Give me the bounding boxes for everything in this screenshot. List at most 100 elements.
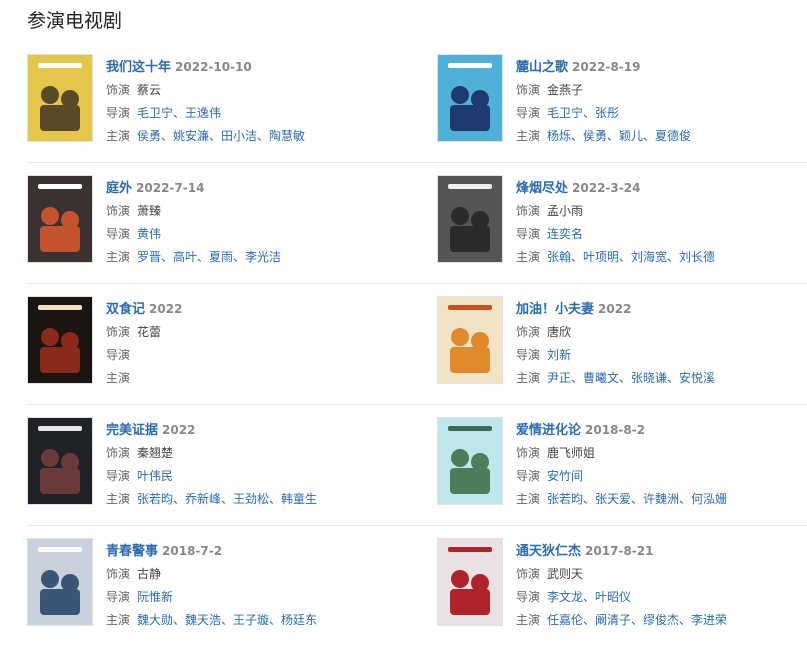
cast-links[interactable]: 张翰、叶项明、刘海宽、刘长德 xyxy=(547,250,715,264)
role-value: 蔡云 xyxy=(137,83,162,97)
show-date: 2022 xyxy=(149,302,183,316)
role-label: 饰演 xyxy=(106,204,131,218)
show-card: 加油！小夫妻 2022 饰演 唐欣 导演 刘新 主演 尹正、曹曦文、张晓谦、安悦溪 xyxy=(437,296,807,396)
role-value: 古静 xyxy=(137,567,162,581)
show-title-line: 麓山之歌 2022-8-19 xyxy=(516,56,807,79)
show-date: 2022 xyxy=(598,302,632,316)
show-row: 双食记 2022 饰演 花蕾 导演 主演 加油！小夫妻 2022 饰演 唐欣 导演 刘新 主演 尹正、曹曦… xyxy=(27,284,807,405)
role-label: 饰演 xyxy=(106,325,131,339)
cast-links[interactable]: 任嘉伦、阚清子、缪俊杰、李进荣 xyxy=(547,613,727,627)
show-poster[interactable] xyxy=(437,54,503,142)
director-line: 导演 黄伟 xyxy=(106,223,406,246)
director-label: 导演 xyxy=(106,590,131,604)
show-title-link[interactable]: 烽烟尽处 xyxy=(516,181,568,196)
show-card: 庭外 2022-7-14 饰演 萧臻 导演 黄伟 主演 罗晋、高叶、夏雨、李光洁 xyxy=(27,175,407,275)
show-poster[interactable] xyxy=(437,538,503,626)
show-date: 2022-3-24 xyxy=(572,181,641,195)
show-title-link[interactable]: 通天狄仁杰 xyxy=(516,544,581,559)
show-title-line: 庭外 2022-7-14 xyxy=(106,177,406,200)
show-poster[interactable] xyxy=(27,417,93,505)
show-card: 完美证据 2022 饰演 秦翘楚 导演 叶伟民 主演 张若昀、乔新峰、王劲松、韩童生 xyxy=(27,417,407,517)
show-card: 双食记 2022 饰演 花蕾 导演 主演 xyxy=(27,296,407,396)
director-label: 导演 xyxy=(516,590,541,604)
director-label: 导演 xyxy=(106,106,131,120)
director-links[interactable]: 毛卫宁、王逸伟 xyxy=(137,106,221,120)
cast-line: 主演 罗晋、高叶、夏雨、李光洁 xyxy=(106,246,406,269)
director-line: 导演 李文龙、叶昭仪 xyxy=(516,586,807,609)
poster-image xyxy=(438,297,502,383)
cast-links[interactable]: 张若昀、张天爱、许魏洲、何泓姗 xyxy=(547,492,727,506)
show-title-line: 青春警事 2018-7-2 xyxy=(106,540,406,563)
show-card: 烽烟尽处 2022-3-24 饰演 孟小雨 导演 连奕名 主演 张翰、叶项明、刘海宽、刘长德 xyxy=(437,175,807,275)
director-line: 导演 连奕名 xyxy=(516,223,807,246)
director-label: 导演 xyxy=(516,106,541,120)
cast-links[interactable]: 罗晋、高叶、夏雨、李光洁 xyxy=(137,250,281,264)
show-title-link[interactable]: 麓山之歌 xyxy=(516,60,568,75)
cast-links[interactable]: 杨烁、侯勇、颖儿、夏德俊 xyxy=(547,129,691,143)
cast-links[interactable]: 魏大勋、魏天浩、王子璇、杨廷东 xyxy=(137,613,317,627)
role-line: 饰演 古静 xyxy=(106,563,406,586)
director-links[interactable]: 叶伟民 xyxy=(137,469,173,483)
show-poster[interactable] xyxy=(27,175,93,263)
cast-line: 主演 任嘉伦、阚清子、缪俊杰、李进荣 xyxy=(516,609,807,632)
director-links[interactable]: 阮惟新 xyxy=(137,590,173,604)
director-label: 导演 xyxy=(106,469,131,483)
show-date: 2022-7-14 xyxy=(136,181,205,195)
show-info: 完美证据 2022 饰演 秦翘楚 导演 叶伟民 主演 张若昀、乔新峰、王劲松、韩童生 xyxy=(106,419,406,511)
show-title-link[interactable]: 我们这十年 xyxy=(106,60,171,75)
show-title-line: 通天狄仁杰 2017-8-21 xyxy=(516,540,807,563)
show-poster[interactable] xyxy=(27,538,93,626)
show-info: 烽烟尽处 2022-3-24 饰演 孟小雨 导演 连奕名 主演 张翰、叶项明、刘海宽、刘长德 xyxy=(516,177,807,269)
cast-line: 主演 张若昀、张天爱、许魏洲、何泓姗 xyxy=(516,488,807,511)
role-label: 饰演 xyxy=(516,446,541,460)
show-title-link[interactable]: 庭外 xyxy=(106,181,132,196)
cast-links[interactable]: 侯勇、姚安濂、田小洁、陶慧敏 xyxy=(137,129,305,143)
cast-links[interactable]: 尹正、曹曦文、张晓谦、安悦溪 xyxy=(547,371,715,385)
director-links[interactable]: 黄伟 xyxy=(137,227,161,241)
show-title-link[interactable]: 完美证据 xyxy=(106,423,158,438)
director-links[interactable]: 连奕名 xyxy=(547,227,583,241)
cast-line: 主演 尹正、曹曦文、张晓谦、安悦溪 xyxy=(516,367,807,390)
show-poster[interactable] xyxy=(27,296,93,384)
show-poster[interactable] xyxy=(437,296,503,384)
show-card: 通天狄仁杰 2017-8-21 饰演 武则天 导演 李文龙、叶昭仪 主演 任嘉伦、阚清子、缪俊… xyxy=(437,538,807,638)
role-label: 饰演 xyxy=(106,446,131,460)
director-links[interactable]: 安竹间 xyxy=(547,469,583,483)
show-title-link[interactable]: 青春警事 xyxy=(106,544,158,559)
director-links[interactable]: 刘新 xyxy=(547,348,571,362)
show-poster[interactable] xyxy=(27,54,93,142)
show-title-line: 完美证据 2022 xyxy=(106,419,406,442)
show-poster[interactable] xyxy=(437,417,503,505)
director-label: 导演 xyxy=(106,348,131,362)
director-label: 导演 xyxy=(516,469,541,483)
show-title-link[interactable]: 双食记 xyxy=(106,302,145,317)
show-title-link[interactable]: 加油！小夫妻 xyxy=(516,302,594,317)
cast-label: 主演 xyxy=(516,492,541,506)
director-links[interactable]: 李文龙、叶昭仪 xyxy=(547,590,631,604)
section-title: 参演电视剧 xyxy=(27,10,123,32)
cast-links[interactable]: 张若昀、乔新峰、王劲松、韩童生 xyxy=(137,492,317,506)
show-card: 麓山之歌 2022-8-19 饰演 金燕子 导演 毛卫宁、张彤 主演 杨烁、侯勇、颖儿、夏德俊 xyxy=(437,54,807,154)
role-line: 饰演 唐欣 xyxy=(516,321,807,344)
cast-line: 主演 侯勇、姚安濂、田小洁、陶慧敏 xyxy=(106,125,406,148)
director-line: 导演 xyxy=(106,344,406,367)
director-line: 导演 刘新 xyxy=(516,344,807,367)
show-info: 加油！小夫妻 2022 饰演 唐欣 导演 刘新 主演 尹正、曹曦文、张晓谦、安悦溪 xyxy=(516,298,807,390)
director-label: 导演 xyxy=(516,348,541,362)
cast-label: 主演 xyxy=(106,129,131,143)
poster-image xyxy=(28,55,92,141)
show-title-link[interactable]: 爱情进化论 xyxy=(516,423,581,438)
cast-label: 主演 xyxy=(516,129,541,143)
tv-series-grid: 我们这十年 2022-10-10 饰演 蔡云 导演 毛卫宁、王逸伟 主演 侯勇、姚安濂、田小洁… xyxy=(0,42,807,639)
director-links[interactable]: 毛卫宁、张彤 xyxy=(547,106,619,120)
role-value: 鹿飞师姐 xyxy=(547,446,596,460)
cast-label: 主演 xyxy=(106,492,131,506)
poster-image xyxy=(28,539,92,625)
director-label: 导演 xyxy=(516,227,541,241)
cast-line: 主演 xyxy=(106,367,406,390)
show-poster[interactable] xyxy=(437,175,503,263)
show-row: 我们这十年 2022-10-10 饰演 蔡云 导演 毛卫宁、王逸伟 主演 侯勇、姚安濂、田小洁… xyxy=(27,42,807,163)
show-row: 完美证据 2022 饰演 秦翘楚 导演 叶伟民 主演 张若昀、乔新峰、王劲松、韩童生 爱情进化论… xyxy=(27,405,807,526)
director-line: 导演 安竹间 xyxy=(516,465,807,488)
role-line: 饰演 武则天 xyxy=(516,563,807,586)
